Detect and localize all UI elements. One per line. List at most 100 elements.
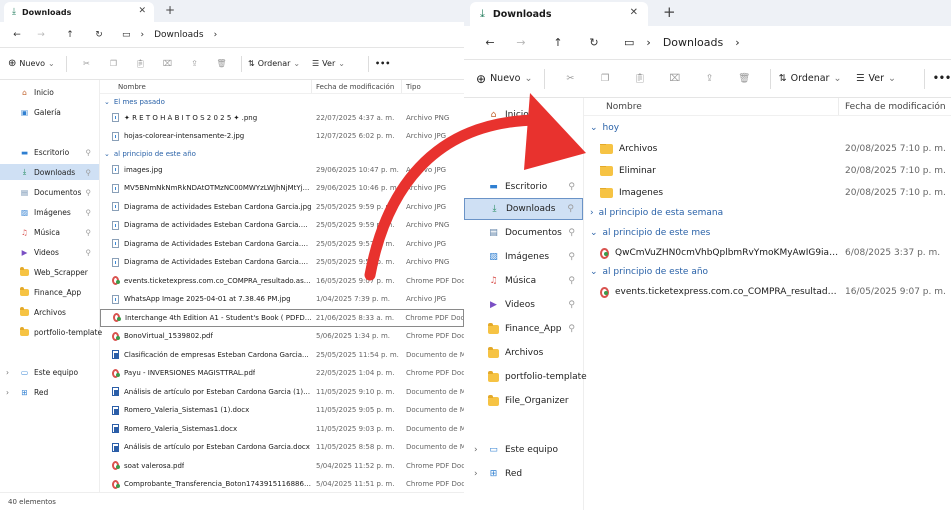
sidebar-item-finance-app[interactable]: Finance_App xyxy=(0,284,99,300)
new-tab-icon[interactable]: + xyxy=(663,3,676,21)
sidebar-item-im-genes[interactable]: ▨ Imágenes ⚲ xyxy=(464,246,583,268)
share-icon[interactable]: ⇪ xyxy=(692,73,727,84)
sidebar-item-red[interactable]: › ⊞ Red xyxy=(0,384,99,400)
more-options-button[interactable]: ••• xyxy=(933,73,951,84)
copy-icon[interactable]: ❐ xyxy=(100,59,127,68)
column-type[interactable]: Tipo xyxy=(402,80,464,93)
file-row[interactable]: Diagrama de actividades Esteban Cardona … xyxy=(100,217,464,235)
forward-icon[interactable]: → xyxy=(26,30,56,40)
tab-downloads[interactable]: ⤓ Downloads ✕ xyxy=(4,2,154,22)
sidebar-item-archivos[interactable]: Archivos xyxy=(0,304,99,320)
delete-icon[interactable]: 🗑︎ xyxy=(208,59,235,68)
sidebar-item-m-sica[interactable]: ♫ Música ⚲ xyxy=(464,270,583,292)
sidebar-item-inicio[interactable]: ⌂ Inicio xyxy=(464,104,583,126)
sidebar-item-documentos[interactable]: ▤ Documentos ⚲ xyxy=(0,184,99,200)
sidebar-item-galer-a[interactable]: ▣ Galería xyxy=(0,104,99,120)
file-row[interactable]: QwCmVuZHN0cmVhbQplbmRvYmoKMyAwIG9iajw8L0… xyxy=(584,243,951,263)
file-row[interactable]: Diagrama de actividades Esteban Cardona … xyxy=(100,198,464,216)
file-row[interactable]: hojas-colorear-intensamente-2.jpg 12/07/2… xyxy=(100,128,464,146)
file-row[interactable]: WhatsApp Image 2025-04-01 at 7.38.46 PM.… xyxy=(100,291,464,309)
sidebar-item-archivos[interactable]: Archivos xyxy=(464,342,583,364)
file-row[interactable]: images.jpg 29/06/2025 10:47 p. m. Archivo … xyxy=(100,161,464,179)
breadcrumb-downloads[interactable]: Downloads xyxy=(154,30,203,40)
file-row[interactable]: Interchange 4th Edition A1 - Student's B… xyxy=(100,309,464,327)
new-button[interactable]: ⊕ Nuevo ⌄ xyxy=(8,58,60,69)
group-header[interactable]: ⌄ El mes pasado xyxy=(100,96,464,108)
column-name[interactable]: Nombre xyxy=(100,80,312,93)
file-row[interactable]: Análisis de artículo por Esteban Cardona… xyxy=(100,383,464,401)
paste-icon[interactable]: 📋︎ xyxy=(622,73,657,84)
refresh-icon[interactable]: ↻ xyxy=(576,36,612,49)
sidebar-item-documentos[interactable]: ▤ Documentos ⚲ xyxy=(464,222,583,244)
up-icon[interactable]: ↑ xyxy=(56,30,84,40)
group-header[interactable]: ⌄ hoy xyxy=(584,121,951,135)
new-tab-icon[interactable]: + xyxy=(165,3,175,17)
file-row[interactable]: MV5BNmNkNmRkNDAtOTMzNC00MWYzLWJhNjMtYj..… xyxy=(100,180,464,198)
breadcrumb-downloads[interactable]: Downloads xyxy=(663,36,723,49)
file-row[interactable]: Romero_Valeria_Sistemas1 (1).docx 11/05/2… xyxy=(100,402,464,420)
more-options-button[interactable]: ••• xyxy=(375,59,390,68)
rename-icon[interactable]: ⌧ xyxy=(154,59,181,68)
sidebar-item-file-organizer[interactable]: File_Organizer xyxy=(464,390,583,412)
tab-downloads[interactable]: ⤓ Downloads ✕ xyxy=(470,2,648,26)
column-date[interactable]: Fecha de modificación xyxy=(312,80,402,93)
paste-icon[interactable]: 📋︎ xyxy=(127,59,154,68)
column-date[interactable]: Fecha de modificación xyxy=(839,98,951,115)
sidebar-item-este-equipo[interactable]: › ▭ Este equipo xyxy=(464,439,583,461)
chevron-right-icon[interactable]: › xyxy=(474,469,478,479)
file-row[interactable]: Diagrama de Actividades Esteban Cardona … xyxy=(100,235,464,253)
sidebar-item-inicio[interactable]: ⌂ Inicio xyxy=(0,84,99,100)
file-row[interactable]: events.ticketexpress.com.co_COMPRA_resul… xyxy=(100,272,464,290)
share-icon[interactable]: ⇪ xyxy=(181,59,208,68)
file-row[interactable]: Clasificación de empresas Esteban Cardon… xyxy=(100,346,464,364)
file-row[interactable]: Comprobante_Transferencia_Boton174391511… xyxy=(100,476,464,494)
sort-button[interactable]: ⇅ Ordenar ⌄ xyxy=(248,59,312,68)
sort-button[interactable]: ⇅ Ordenar ⌄ xyxy=(779,73,856,84)
close-tab-icon[interactable]: ✕ xyxy=(138,6,146,16)
back-icon[interactable]: ← xyxy=(8,30,26,40)
sidebar-item-portfolio-template[interactable]: portfolio-template xyxy=(0,324,102,340)
forward-icon[interactable]: → xyxy=(502,36,540,49)
column-name[interactable]: Nombre xyxy=(584,98,839,115)
sidebar-item-downloads[interactable]: ⤓ Downloads ⚲ xyxy=(0,164,99,180)
sidebar-item-web-scrapper[interactable]: Web_Scrapper xyxy=(0,264,99,280)
sidebar-item-downloads[interactable]: ⤓ Downloads ⚲ xyxy=(464,198,583,220)
up-icon[interactable]: ↑ xyxy=(540,36,576,49)
sidebar-item-videos[interactable]: ▶ Videos ⚲ xyxy=(0,244,99,260)
sidebar-item-im-genes[interactable]: ▨ Imágenes ⚲ xyxy=(0,204,99,220)
group-header[interactable]: › al principio de esta semana xyxy=(584,206,951,220)
chevron-right-icon[interactable]: › xyxy=(6,388,9,397)
chevron-right-icon[interactable]: › xyxy=(6,368,9,377)
breadcrumb[interactable]: ▭ › Downloads › xyxy=(122,30,217,40)
file-row[interactable]: soat valerosa.pdf 5/04/2025 11:52 p. m. Ch… xyxy=(100,457,464,475)
sidebar-item-red[interactable]: › ⊞ Red xyxy=(464,463,583,485)
cut-icon[interactable]: ✂ xyxy=(553,73,588,84)
new-button[interactable]: ⊕ Nuevo ⌄ xyxy=(476,72,536,86)
close-tab-icon[interactable]: ✕ xyxy=(630,7,638,18)
sidebar-item-portfolio-template[interactable]: portfolio-template xyxy=(464,366,587,388)
file-row[interactable]: Romero_Valeria_Sistemas1.docx 11/05/2025 … xyxy=(100,420,464,438)
view-button[interactable]: ☰ Ver ⌄ xyxy=(856,73,916,84)
file-row[interactable]: Análisis de artículo por Esteban Cardona… xyxy=(100,439,464,457)
sidebar-item-m-sica[interactable]: ♫ Música ⚲ xyxy=(0,224,99,240)
delete-icon[interactable]: 🗑︎ xyxy=(727,73,762,84)
sidebar-item-escritorio[interactable]: ▬ Escritorio ⚲ xyxy=(0,144,99,160)
refresh-icon[interactable]: ↻ xyxy=(84,30,114,40)
file-row[interactable]: BonoVirtual_1539802.pdf 5/06/2025 1:34 p.… xyxy=(100,328,464,346)
file-row[interactable]: Payu - INVERSIONES MAGISTTRAL.pdf 22/05/2… xyxy=(100,365,464,383)
sidebar-item-escritorio[interactable]: ▬ Escritorio ⚲ xyxy=(464,176,583,198)
sidebar-item-este-equipo[interactable]: › ▭ Este equipo xyxy=(0,364,99,380)
copy-icon[interactable]: ❐ xyxy=(588,73,623,84)
sidebar-item-videos[interactable]: ▶ Videos ⚲ xyxy=(464,294,583,316)
file-row[interactable]: Diagrama de Actividades Esteban Cardona … xyxy=(100,254,464,272)
chevron-right-icon[interactable]: › xyxy=(474,445,478,455)
group-header[interactable]: ⌄ al principio de este año xyxy=(100,148,464,160)
file-row[interactable]: Eliminar 20/08/2025 7:10 p. m. xyxy=(584,161,951,181)
group-header[interactable]: ⌄ al principio de este mes xyxy=(584,226,951,240)
back-icon[interactable]: ← xyxy=(478,36,502,49)
group-header[interactable]: ⌄ al principio de este año xyxy=(584,265,951,279)
cut-icon[interactable]: ✂ xyxy=(73,59,100,68)
sidebar-item-finance-app[interactable]: Finance_App ⚲ xyxy=(464,318,583,340)
breadcrumb[interactable]: ▭ › Downloads › xyxy=(624,36,740,49)
file-row[interactable]: Imagenes 20/08/2025 7:10 p. m. xyxy=(584,183,951,203)
